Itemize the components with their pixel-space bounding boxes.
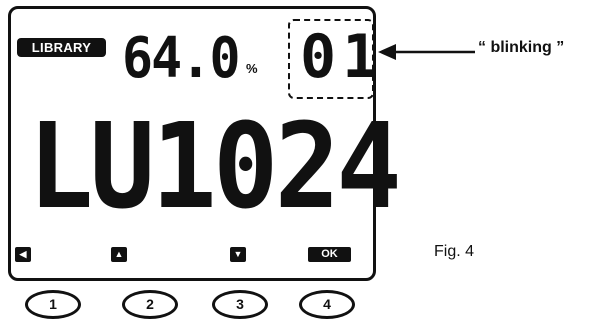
figure-caption: Fig. 4 [434,243,475,260]
blinking-callout-label: “ blinking ” [478,39,565,56]
arrowhead-icon [378,44,396,60]
